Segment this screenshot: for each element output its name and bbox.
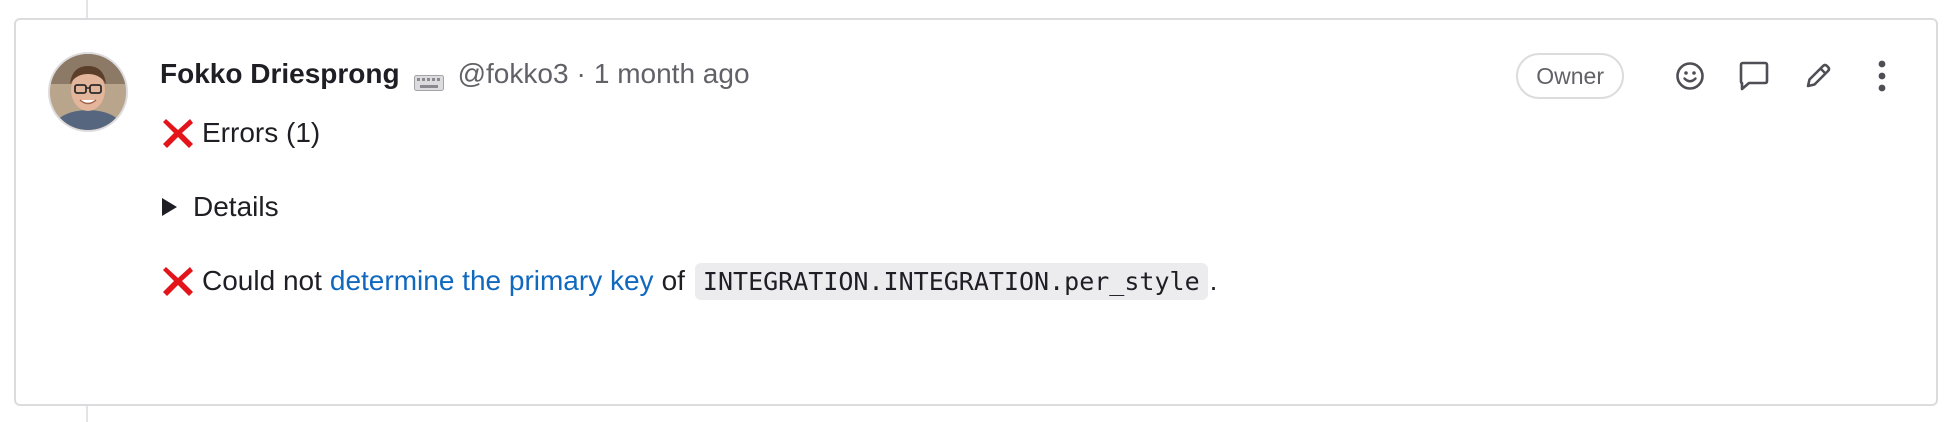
error-suffix: . — [1209, 265, 1218, 296]
error-middle: of — [661, 265, 685, 296]
details-label: Details — [193, 191, 279, 222]
cross-mark-icon — [160, 115, 196, 151]
timestamp[interactable]: 1 month ago — [594, 58, 750, 90]
more-actions-button[interactable] — [1858, 52, 1906, 100]
keyboard-icon — [413, 66, 444, 91]
comment-icon — [1739, 61, 1769, 91]
primary-key-doc-link[interactable]: determine the primary key — [330, 265, 654, 297]
author-name[interactable]: Fokko Driesprong — [160, 58, 400, 90]
avatar-image — [50, 54, 126, 130]
page: Fokko Driesprong @fokko3 · 1 month ago O… — [0, 0, 1946, 422]
details-toggle[interactable]: Details — [160, 186, 279, 228]
errors-heading: Errors (1) — [202, 117, 321, 148]
note-header: Fokko Driesprong @fokko3 · 1 month ago — [160, 54, 750, 94]
owner-badge: Owner — [1516, 53, 1624, 99]
cross-mark-icon — [160, 263, 196, 299]
reply-button[interactable] — [1730, 52, 1778, 100]
error-message-line: Could not determine the primary key of I… — [160, 260, 1217, 302]
add-reaction-button[interactable] — [1666, 52, 1714, 100]
table-identifier-code: INTEGRATION.INTEGRATION.per_style — [694, 262, 1208, 300]
avatar[interactable] — [48, 52, 128, 132]
kebab-icon — [1878, 60, 1886, 92]
author-handle[interactable]: @fokko3 — [458, 58, 569, 90]
smiley-icon — [1676, 62, 1704, 90]
pencil-icon — [1806, 63, 1831, 88]
edit-button[interactable] — [1794, 52, 1842, 100]
error-prefix: Could not — [202, 265, 322, 296]
note-actions: Owner — [1516, 52, 1906, 100]
header-separator: · — [576, 58, 586, 89]
disclosure-triangle-icon — [162, 198, 177, 216]
errors-heading-line: Errors (1) — [160, 112, 320, 154]
